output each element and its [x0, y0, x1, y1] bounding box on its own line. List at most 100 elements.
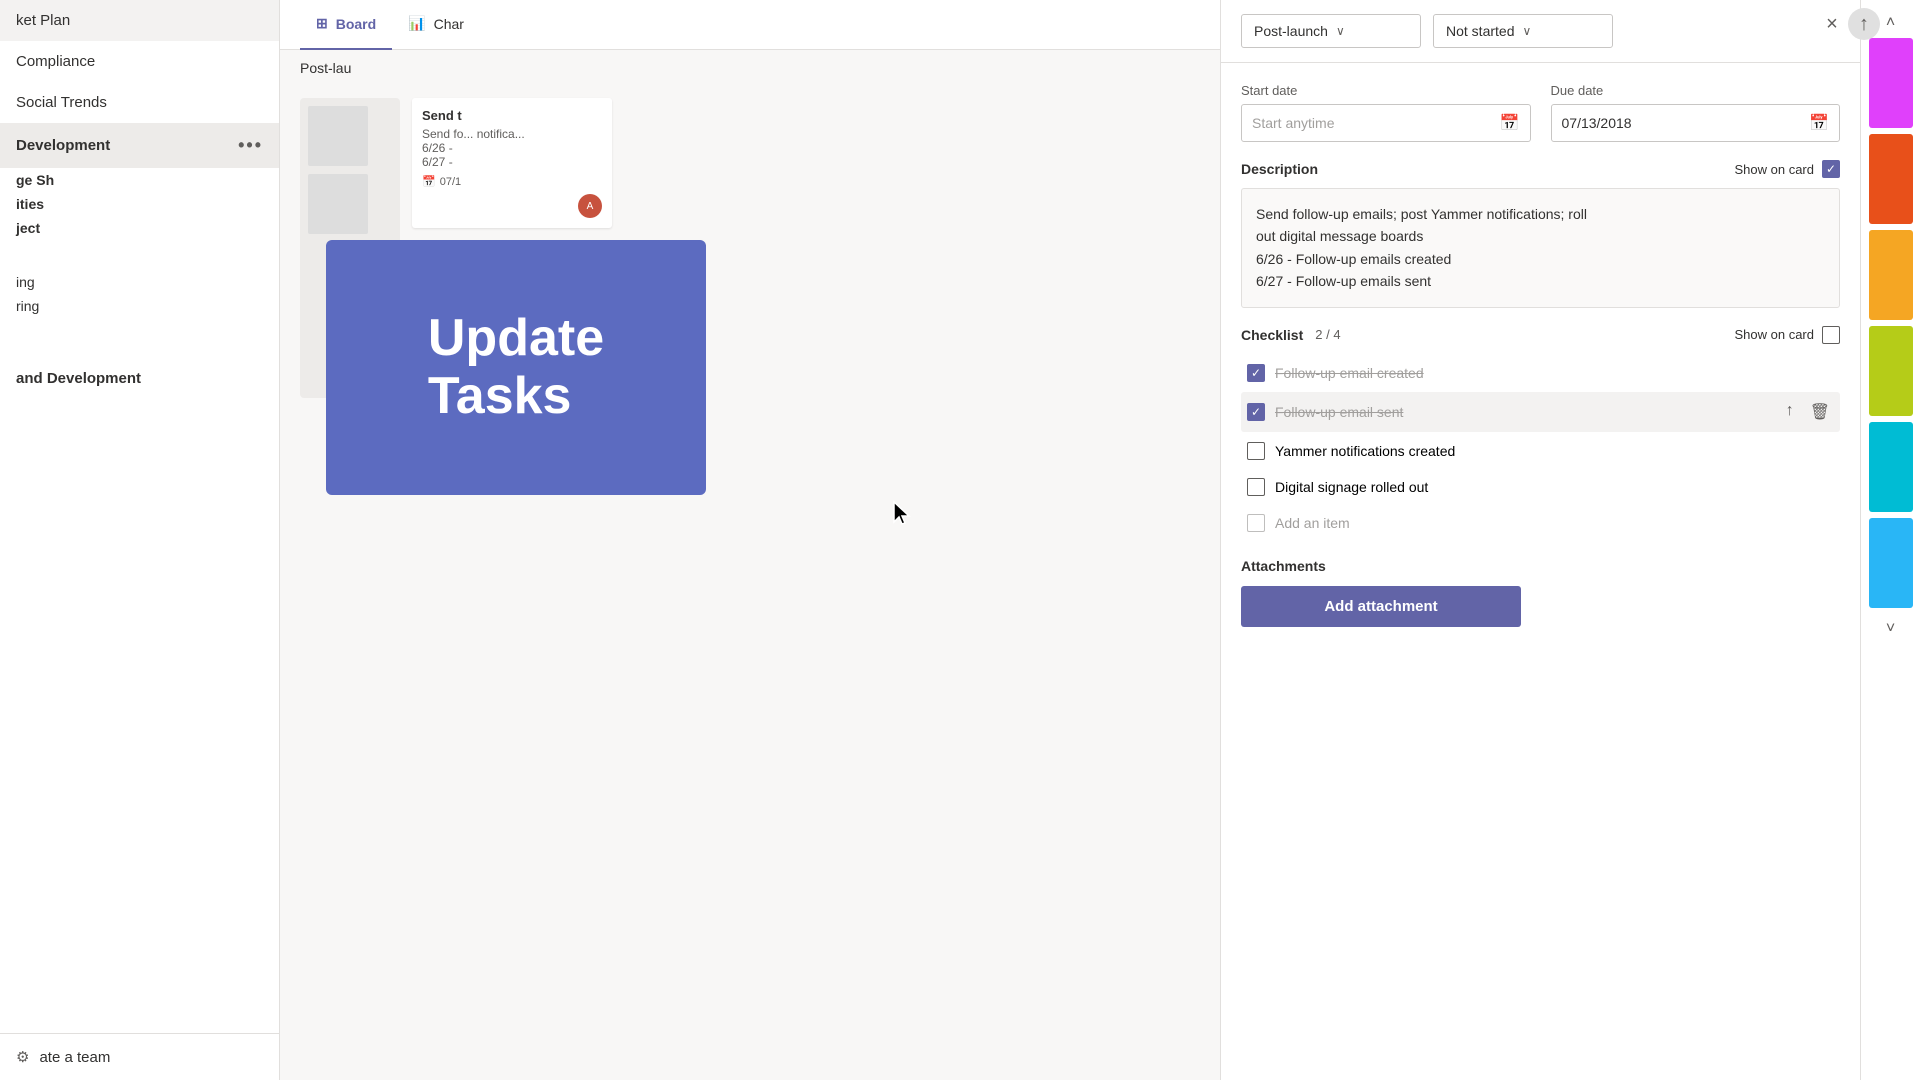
sidebar-band-dev: and Development: [0, 358, 279, 399]
sidebar-item-social-trends-label: Social Trends: [16, 94, 107, 111]
chart-tab-label: Char: [434, 16, 464, 32]
color-swatch-teal[interactable]: [1869, 422, 1913, 512]
dropdown-status-value: Not started: [1446, 23, 1514, 39]
board-tab-icon: ⊞: [316, 15, 328, 32]
calendar-icon-due: 📅: [1809, 113, 1829, 133]
scroll-down-icon[interactable]: ˅: [1880, 614, 1901, 644]
checklist-checkbox-1[interactable]: ✓: [1247, 364, 1265, 382]
due-date-value: 07/13/2018: [1562, 115, 1632, 131]
create-team-item[interactable]: ⚙ ate a team: [0, 1034, 279, 1080]
start-date-input[interactable]: Start anytime 📅: [1241, 104, 1531, 142]
description-box: Send follow-up emails; post Yammer notif…: [1241, 188, 1840, 308]
checklist-item-1: ✓ Follow-up email created: [1241, 356, 1840, 390]
panel-body: Start date Start anytime 📅 Due date 07/1…: [1221, 63, 1860, 1080]
show-on-card-label-2: Show on card: [1735, 327, 1815, 342]
close-button[interactable]: ×: [1816, 8, 1848, 40]
checklist-checkbox-4[interactable]: [1247, 478, 1265, 496]
description-section: Description Show on card ✓ Send follow-u…: [1241, 160, 1840, 308]
board-label: Post-lau: [280, 50, 1220, 86]
sidebar-ject: ject: [0, 216, 279, 240]
add-item-row: Add an item: [1241, 506, 1840, 540]
chevron-down-icon-2: ∨: [1522, 24, 1531, 38]
task-card-desc: Send fo... notifica... 6/26 - 6/27 -: [422, 127, 602, 169]
checklist-item-2-actions: ↑ 🗑: [1782, 400, 1834, 424]
gear-icon: ⚙: [16, 1048, 29, 1066]
checklist-item-4-text: Digital signage rolled out: [1275, 479, 1834, 495]
color-swatch-red-orange[interactable]: [1869, 134, 1913, 224]
panel-header: Post-launch ∨ Not started ∨ × ↑: [1221, 0, 1860, 63]
sidebar-ge-sh: ge Sh: [0, 168, 279, 192]
update-tasks-text: Update Tasks: [404, 290, 628, 444]
chevron-up-button[interactable]: ↑: [1848, 8, 1860, 40]
checklist-item-4: Digital signage rolled out: [1241, 470, 1840, 504]
sidebar-dots-icon[interactable]: •••: [238, 135, 263, 156]
right-panel: Post-launch ∨ Not started ∨ × ↑ Start da…: [1220, 0, 1860, 1080]
checklist-item-1-text: Follow-up email created: [1275, 365, 1834, 381]
checklist-checkbox-2[interactable]: ✓: [1247, 403, 1265, 421]
desc-header: Description Show on card ✓: [1241, 160, 1840, 178]
checklist-checkbox-3[interactable]: [1247, 442, 1265, 460]
due-date-group: Due date 07/13/2018 📅: [1551, 83, 1841, 142]
show-on-card-label: Show on card: [1735, 162, 1815, 177]
scroll-up-icon[interactable]: ˄: [1880, 8, 1901, 38]
sidebar-item-compliance[interactable]: Compliance: [0, 41, 279, 82]
sidebar-ring: ring: [0, 294, 279, 318]
start-date-placeholder: Start anytime: [1252, 115, 1334, 131]
avatar: A: [578, 194, 602, 218]
start-date-group: Start date Start anytime 📅: [1241, 83, 1531, 142]
sidebar: ket Plan Compliance Social Trends Develo…: [0, 0, 280, 1080]
color-swatch-orange[interactable]: [1869, 230, 1913, 320]
show-on-card-checkbox[interactable]: ✓: [1822, 160, 1840, 178]
sidebar-item-development[interactable]: Development •••: [0, 123, 279, 168]
tab-board[interactable]: ⊞ Board: [300, 0, 392, 50]
color-sidebar: ˄ ˅: [1860, 0, 1920, 1080]
board-tab-label: Board: [336, 16, 376, 32]
color-swatch-cyan[interactable]: [1869, 518, 1913, 608]
add-item-checkbox: [1247, 514, 1265, 532]
checklist-progress: 2 / 4: [1315, 327, 1340, 342]
add-item-placeholder[interactable]: Add an item: [1275, 515, 1350, 531]
sidebar-bottom: ⚙ ate a team: [0, 1033, 279, 1080]
chart-tab-icon: 📊: [408, 15, 425, 32]
task-card[interactable]: Send t Send fo... notifica... 6/26 - 6/2…: [412, 98, 612, 228]
checklist-item-3: Yammer notifications created: [1241, 434, 1840, 468]
checklist-item-3-text: Yammer notifications created: [1275, 443, 1834, 459]
checklist-item-2-text: Follow-up email sent: [1275, 404, 1772, 420]
sidebar-item-development-label: Development: [16, 137, 110, 154]
delete-button[interactable]: 🗑: [1806, 400, 1834, 424]
board-header: ⊞ Board 📊 Char: [280, 0, 1220, 50]
dropdown-bucket-value: Post-launch: [1254, 23, 1328, 39]
calendar-icon-start: 📅: [1500, 113, 1520, 133]
sidebar-ities: ities: [0, 192, 279, 216]
tab-chart[interactable]: 📊 Char: [392, 0, 480, 50]
main-wrapper: ⊞ Board 📊 Char Post-lau Send t: [280, 0, 1220, 1080]
sidebar-ing: ing: [0, 270, 279, 294]
attachments-label: Attachments: [1241, 558, 1840, 574]
color-swatch-yellow-green[interactable]: [1869, 326, 1913, 416]
show-on-card-checklist: Show on card: [1735, 326, 1841, 344]
description-label: Description: [1241, 161, 1318, 177]
task-card-title: Send t: [422, 108, 602, 123]
chevron-down-icon: ∨: [1336, 24, 1345, 38]
due-date-input[interactable]: 07/13/2018 📅: [1551, 104, 1841, 142]
create-team-label: ate a team: [39, 1049, 110, 1066]
move-up-button[interactable]: ↑: [1782, 400, 1798, 424]
calendar-small-icon: 📅: [422, 175, 436, 188]
attachments-section: Attachments Add attachment: [1241, 558, 1840, 627]
checklist-header: Checklist 2 / 4 Show on card: [1241, 326, 1840, 344]
dropdown-bucket[interactable]: Post-launch ∨: [1241, 14, 1421, 48]
task-card-date: 📅 07/1: [422, 175, 602, 188]
sidebar-item-market-plan-label: ket Plan: [16, 12, 70, 29]
board-columns: Send t Send fo... notifica... 6/26 - 6/2…: [280, 86, 1220, 1080]
show-on-card-description: Show on card ✓: [1735, 160, 1841, 178]
checklist-item-2: ✓ Follow-up email sent ↑ 🗑: [1241, 392, 1840, 432]
color-swatch-magenta[interactable]: [1869, 38, 1913, 128]
checklist-label: Checklist: [1241, 327, 1303, 343]
sidebar-item-market-plan[interactable]: ket Plan: [0, 0, 279, 41]
checklist-section: Checklist 2 / 4 Show on card ✓ Follow-up…: [1241, 326, 1840, 540]
update-tasks-overlay: Update Tasks: [326, 240, 706, 495]
dropdown-status[interactable]: Not started ∨: [1433, 14, 1613, 48]
add-attachment-button[interactable]: Add attachment: [1241, 586, 1521, 627]
show-on-card-checkbox-2[interactable]: [1822, 326, 1840, 344]
sidebar-item-social-trends[interactable]: Social Trends: [0, 82, 279, 123]
